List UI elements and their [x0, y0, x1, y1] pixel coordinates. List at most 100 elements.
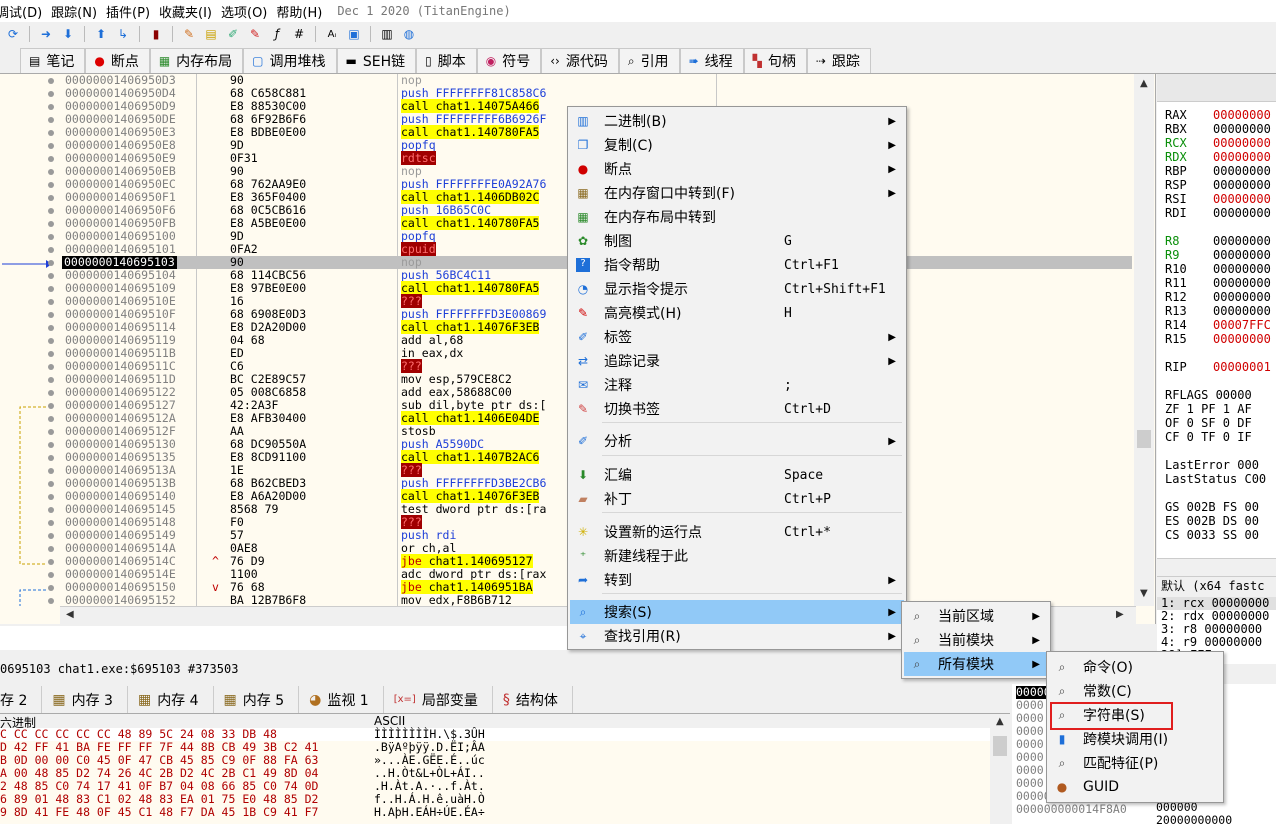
- breakpoint-dot[interactable]: [48, 182, 54, 188]
- tab-watch-1[interactable]: ◕ 监视 1: [299, 686, 384, 713]
- breakpoint-dot[interactable]: [48, 91, 54, 97]
- breakpoint-dot[interactable]: [48, 481, 54, 487]
- notes-toolbar-icon[interactable]: ▥: [378, 25, 396, 43]
- flags-rflags[interactable]: RFLAGS 00000: [1165, 388, 1252, 402]
- breakpoint-dot[interactable]: [48, 507, 54, 513]
- registers-vscrollbar[interactable]: [1157, 558, 1276, 576]
- tab-script[interactable]: ▯ 脚本: [416, 48, 477, 73]
- scroll-thumb[interactable]: [1137, 430, 1151, 448]
- menu-favourites[interactable]: 收藏夹(I): [159, 2, 221, 21]
- breakpoint-dot[interactable]: [48, 325, 54, 331]
- search-current-region[interactable]: ⌕ 当前区域 ▶: [904, 604, 1048, 628]
- hex-dump[interactable]: 六进制 ASCII C CC CC CC CC CC 48 89 5C 24 0…: [0, 714, 1010, 824]
- breakpoint-dot[interactable]: [48, 442, 54, 448]
- breakpoint-dot[interactable]: [48, 247, 54, 253]
- breakpoint-dot[interactable]: [48, 377, 54, 383]
- dump-vscrollbar[interactable]: ▲: [990, 714, 1010, 824]
- menu-item-label[interactable]: ✐ 标签 ▶: [570, 325, 904, 349]
- menu-item-memory-goto[interactable]: ▦ 在内存窗口中转到(F) ▶: [570, 181, 904, 205]
- step-into-icon[interactable]: ➜: [37, 25, 55, 43]
- flags-line3[interactable]: CF 0 TF 0 IF: [1165, 430, 1252, 444]
- breakpoint-dot[interactable]: [48, 104, 54, 110]
- tab-dump-5[interactable]: ▦ 内存 5: [214, 686, 300, 713]
- flags-line2[interactable]: OF 0 SF 0 DF: [1165, 416, 1252, 430]
- menu-item-find-refs[interactable]: ⌖ 查找引用(R) ▶: [570, 624, 904, 648]
- tab-dump-2[interactable]: 存 2: [0, 686, 43, 713]
- menu-item-bookmark[interactable]: ✎ 切换书签 Ctrl+D: [570, 397, 904, 421]
- call-convention-header[interactable]: 默认 (x64 fastc: [1157, 577, 1276, 597]
- breakpoint-dot[interactable]: [48, 260, 54, 266]
- disasm-row[interactable]: 00000001406950D3 90 nop: [62, 74, 1132, 87]
- menu-plugins[interactable]: 插件(P): [106, 2, 159, 21]
- tab-locals[interactable]: [x=] 局部变量: [384, 686, 493, 713]
- tab-memory-map[interactable]: ▦ 内存布局: [149, 48, 244, 73]
- menu-options[interactable]: 选项(O): [221, 2, 276, 21]
- tab-notes[interactable]: ▤ 笔记: [20, 48, 86, 73]
- flags-lasterror[interactable]: LastError 000: [1165, 458, 1259, 472]
- breakpoint-dot[interactable]: [48, 221, 54, 227]
- breakpoint-dot[interactable]: [48, 208, 54, 214]
- tab-seh-chain[interactable]: ▬ SEH链: [336, 48, 417, 73]
- register-rcx[interactable]: RCX 00000000: [1165, 136, 1271, 150]
- scroll-down-icon[interactable]: ▼: [1140, 588, 1148, 599]
- search-current-module[interactable]: ⌕ 当前模块 ▶: [904, 628, 1048, 652]
- scroll-up-icon[interactable]: ▲: [1140, 78, 1148, 89]
- breakpoint-dot[interactable]: [48, 585, 54, 591]
- breakpoint-dot[interactable]: [48, 338, 54, 344]
- breakpoint-dot[interactable]: [48, 429, 54, 435]
- tab-handles[interactable]: ▚ 句柄: [743, 48, 807, 73]
- dump-row[interactable]: 9 8D 41 FE 48 0F 45 C1 48 F7 DA 45 1B C9…: [0, 806, 1010, 819]
- find-command[interactable]: ⌕ 命令(O): [1049, 655, 1221, 679]
- menu-item-highlight[interactable]: ✎ 高亮模式(H) H: [570, 301, 904, 325]
- register-rbp[interactable]: RBP 00000000: [1165, 164, 1271, 178]
- find-intermodular-call[interactable]: ▮ 跨模块调用(I): [1049, 727, 1221, 751]
- calculator-icon[interactable]: ▣: [345, 25, 363, 43]
- registers-panel[interactable]: RAX 00000000 RBX 00000000 RCX 00000000 RDX 0000…: [1157, 74, 1276, 584]
- register-rdx[interactable]: RDX 00000000: [1165, 150, 1271, 164]
- tab-references[interactable]: ⌕ 引用: [618, 48, 680, 73]
- breakpoint-dot[interactable]: [48, 598, 54, 604]
- breakpoint-dot[interactable]: [48, 156, 54, 162]
- menu-item-copy[interactable]: ❐ 复制(C) ▶: [570, 133, 904, 157]
- find-constant[interactable]: ⌕ 常数(C): [1049, 679, 1221, 703]
- register-r14[interactable]: R14 00007FFC: [1165, 318, 1271, 332]
- search-all-modules[interactable]: ⌕ 所有模块 ▶: [904, 652, 1048, 676]
- bookmarks-icon[interactable]: ✎: [246, 25, 264, 43]
- breakpoint-dot[interactable]: [48, 390, 54, 396]
- menu-item-hint[interactable]: ◔ 显示指令提示 Ctrl+Shift+F1: [570, 277, 904, 301]
- breakpoint-dot[interactable]: [48, 533, 54, 539]
- menu-item-graph[interactable]: ✿ 制图 G: [570, 229, 904, 253]
- breakpoint-dot[interactable]: [48, 546, 54, 552]
- menu-item-help[interactable]: ? 指令帮助 Ctrl+F1: [570, 253, 904, 277]
- breakpoint-dot[interactable]: [48, 520, 54, 526]
- breakpoint-dot[interactable]: [48, 130, 54, 136]
- step-over-icon[interactable]: ⬇: [59, 25, 77, 43]
- flags-seg1[interactable]: GS 002B FS 00: [1165, 500, 1259, 514]
- menu-item-memory-map[interactable]: ▦ 在内存布局中转到: [570, 205, 904, 229]
- menu-item-binary[interactable]: ▥ 二进制(B) ▶: [570, 109, 904, 133]
- tab-symbols[interactable]: ◉ 符号: [476, 48, 542, 73]
- find-guid[interactable]: ● GUID: [1049, 775, 1221, 799]
- breakpoint-dot[interactable]: [48, 117, 54, 123]
- scroll-left-icon[interactable]: ◀: [66, 609, 74, 620]
- restart-icon[interactable]: ⟳: [4, 25, 22, 43]
- breakpoint-dot[interactable]: [48, 312, 54, 318]
- register-r13[interactable]: R13 00000000: [1165, 304, 1271, 318]
- register-r9[interactable]: R9 00000000: [1165, 248, 1271, 262]
- breakpoint-dot[interactable]: [48, 494, 54, 500]
- tab-threads[interactable]: ➠ 线程: [679, 48, 744, 73]
- scroll-right-icon[interactable]: ▶: [1116, 609, 1124, 620]
- menu-item-comment[interactable]: ✉ 注释;: [570, 373, 904, 397]
- menu-item-trace-record[interactable]: ⇄ 追踪记录 ▶: [570, 349, 904, 373]
- breakpoint-dot[interactable]: [48, 455, 54, 461]
- breakpoint-dot[interactable]: [48, 559, 54, 565]
- breakpoint-dot[interactable]: [48, 273, 54, 279]
- register-rbx[interactable]: RBX 00000000: [1165, 122, 1271, 136]
- labels-icon[interactable]: ✐: [224, 25, 242, 43]
- scroll-up-icon[interactable]: ▲: [996, 716, 1004, 727]
- breakpoint-dot[interactable]: [48, 143, 54, 149]
- scroll-thumb[interactable]: [993, 736, 1007, 756]
- breakpoint-dot[interactable]: [48, 234, 54, 240]
- menu-item-origin[interactable]: ✳ 设置新的运行点 Ctrl+*: [570, 520, 904, 544]
- tab-source[interactable]: ‹› 源代码: [541, 48, 619, 73]
